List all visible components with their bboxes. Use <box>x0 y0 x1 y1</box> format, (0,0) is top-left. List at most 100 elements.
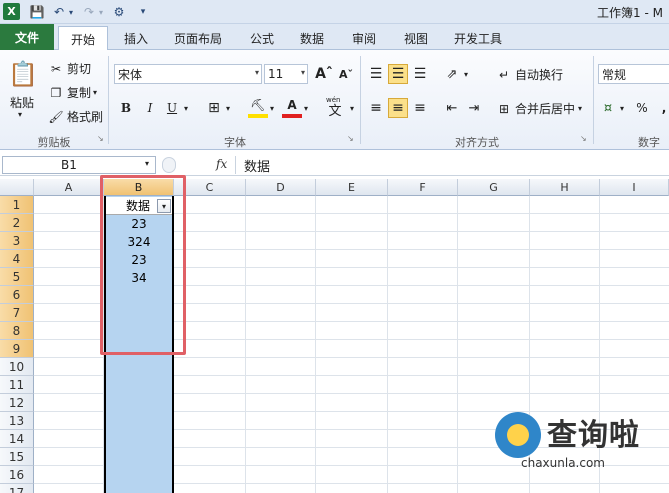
save-icon[interactable]: 💾 <box>28 3 46 21</box>
phonetic-button[interactable]: wén 文 <box>322 96 348 119</box>
clipboard-group-label: 剪贴板 <box>37 136 71 149</box>
tab-data[interactable]: 数据 <box>290 26 334 50</box>
fill-color-dropdown-icon[interactable]: ▾ <box>266 98 278 118</box>
row-header[interactable]: 9 <box>0 340 34 358</box>
font-name-select[interactable]: 宋体 ▾ <box>114 64 262 84</box>
phonetic-label: wén <box>326 96 341 104</box>
align-left-icon[interactable]: ≡ <box>366 98 386 118</box>
currency-icon[interactable]: ¤ <box>598 98 618 118</box>
row-header[interactable]: 1 <box>0 196 34 214</box>
format-painter-button[interactable]: 🖌 格式刷 <box>48 108 103 125</box>
resize-handle-icon[interactable] <box>162 157 176 173</box>
shrink-font-icon[interactable]: Aˇ <box>336 64 356 84</box>
column-header-f[interactable]: F <box>388 179 458 196</box>
font-launcher-icon[interactable]: ↘ <box>347 134 354 143</box>
borders-dropdown-icon[interactable]: ▾ <box>222 98 234 118</box>
row-header[interactable]: 4 <box>0 250 34 268</box>
paste-dropdown-icon[interactable]: ▾ <box>18 110 22 119</box>
tab-insert[interactable]: 插入 <box>114 26 158 50</box>
percent-button[interactable]: % <box>632 98 652 118</box>
chevron-down-icon[interactable]: ▾ <box>145 159 149 168</box>
tab-review[interactable]: 审阅 <box>342 26 386 50</box>
formula-input[interactable]: 数据 <box>235 156 667 175</box>
row-header[interactable]: 11 <box>0 376 34 394</box>
alignment-launcher-icon[interactable]: ↘ <box>580 134 587 143</box>
customize-icon[interactable]: ⚙ <box>110 3 128 21</box>
align-bottom-icon[interactable]: ☰ <box>410 64 430 84</box>
column-header-h[interactable]: H <box>530 179 600 196</box>
select-all-button[interactable] <box>0 179 34 196</box>
comma-button[interactable]: , <box>654 98 669 118</box>
font-size-select[interactable]: 11 ▾ <box>264 64 308 84</box>
underline-button[interactable]: U <box>162 98 182 118</box>
cut-button[interactable]: ✂ 剪切 <box>48 60 91 77</box>
row-header[interactable]: 3 <box>0 232 34 250</box>
font-color-dropdown-icon[interactable]: ▾ <box>300 98 312 118</box>
align-middle-icon[interactable]: ☰ <box>388 64 408 84</box>
column-gridline <box>245 196 246 493</box>
phonetic-dropdown-icon[interactable]: ▾ <box>346 98 358 118</box>
paste-button[interactable]: 粘贴 <box>10 94 34 111</box>
font-color-icon[interactable]: A <box>282 96 302 118</box>
column-header-a[interactable]: A <box>34 179 104 196</box>
fill-color-icon[interactable]: ⛏ <box>248 96 268 118</box>
row-header[interactable]: 7 <box>0 304 34 322</box>
orientation-icon[interactable]: ⇗ <box>442 64 462 84</box>
font-name-value: 宋体 <box>118 67 143 82</box>
merge-dropdown-icon: ▾ <box>578 104 583 113</box>
copy-button[interactable]: ❐ 复制 ▾ <box>48 84 97 101</box>
orientation-dropdown-icon[interactable]: ▾ <box>460 64 472 84</box>
tab-formulas[interactable]: 公式 <box>240 26 284 50</box>
copy-dropdown-icon: ▾ <box>93 88 98 97</box>
column-gridline <box>387 196 388 493</box>
row-header[interactable]: 8 <box>0 322 34 340</box>
paste-icon[interactable]: 📋 <box>8 56 38 92</box>
font-group-label: 字体 <box>224 136 246 149</box>
undo-dropdown-icon[interactable]: ▾ <box>62 3 80 21</box>
ribbon-tabs: 文件 开始 插入 页面布局 公式 数据 审阅 视图 开发工具 <box>0 24 669 51</box>
alignment-group-label: 对齐方式 <box>455 136 499 149</box>
merge-center-button[interactable]: ⊞ 合并后居中 ▾ <box>496 100 582 117</box>
align-top-icon[interactable]: ☰ <box>366 64 386 84</box>
row-header[interactable]: 5 <box>0 268 34 286</box>
increase-indent-icon[interactable]: ⇥ <box>464 98 484 118</box>
magnifier-logo-icon <box>495 412 541 458</box>
bold-button[interactable]: B <box>116 98 136 118</box>
tab-home[interactable]: 开始 <box>58 26 108 51</box>
insert-function-icon[interactable]: fx <box>216 157 227 171</box>
column-header-d[interactable]: D <box>246 179 316 196</box>
row-header[interactable]: 14 <box>0 430 34 448</box>
row-header[interactable]: 6 <box>0 286 34 304</box>
name-box[interactable]: B1 <box>2 156 156 174</box>
number-format-select[interactable]: 常规 <box>598 64 669 84</box>
quick-access-menu-icon[interactable]: ▾ <box>134 3 152 21</box>
decrease-indent-icon[interactable]: ⇤ <box>442 98 462 118</box>
borders-icon[interactable]: ⊞ <box>204 98 224 118</box>
cut-label: 剪切 <box>67 62 92 76</box>
clipboard-launcher-icon[interactable]: ↘ <box>97 134 104 143</box>
align-right-icon[interactable]: ≡ <box>410 98 430 118</box>
redo-dropdown-icon[interactable]: ▾ <box>92 3 110 21</box>
row-header[interactable]: 10 <box>0 358 34 376</box>
ribbon: 📋 粘贴 ▾ ✂ 剪切 ❐ 复制 ▾ 🖌 格式刷 剪贴板 ↘ 宋体 ▾ 11 ▾… <box>0 50 669 150</box>
wrap-text-button[interactable]: ↵ 自动换行 <box>496 66 563 83</box>
row-header[interactable]: 16 <box>0 466 34 484</box>
row-header[interactable]: 12 <box>0 394 34 412</box>
column-header-g[interactable]: G <box>458 179 530 196</box>
wrap-text-label: 自动换行 <box>515 68 564 82</box>
column-header-e[interactable]: E <box>316 179 388 196</box>
tab-file[interactable]: 文件 <box>0 24 54 50</box>
tab-view[interactable]: 视图 <box>394 26 438 50</box>
row-header[interactable]: 13 <box>0 412 34 430</box>
row-header[interactable]: 17 <box>0 484 34 493</box>
column-header-i[interactable]: I <box>600 179 669 196</box>
row-header[interactable]: 2 <box>0 214 34 232</box>
row-header[interactable]: 15 <box>0 448 34 466</box>
align-center-icon[interactable]: ≡ <box>388 98 408 118</box>
tab-developer[interactable]: 开发工具 <box>444 26 512 50</box>
tab-page-layout[interactable]: 页面布局 <box>164 26 232 50</box>
italic-button[interactable]: I <box>140 98 160 118</box>
currency-dropdown-icon[interactable]: ▾ <box>616 98 628 118</box>
underline-dropdown-icon[interactable]: ▾ <box>180 98 192 118</box>
grow-font-icon[interactable]: Aˆ <box>314 64 334 84</box>
